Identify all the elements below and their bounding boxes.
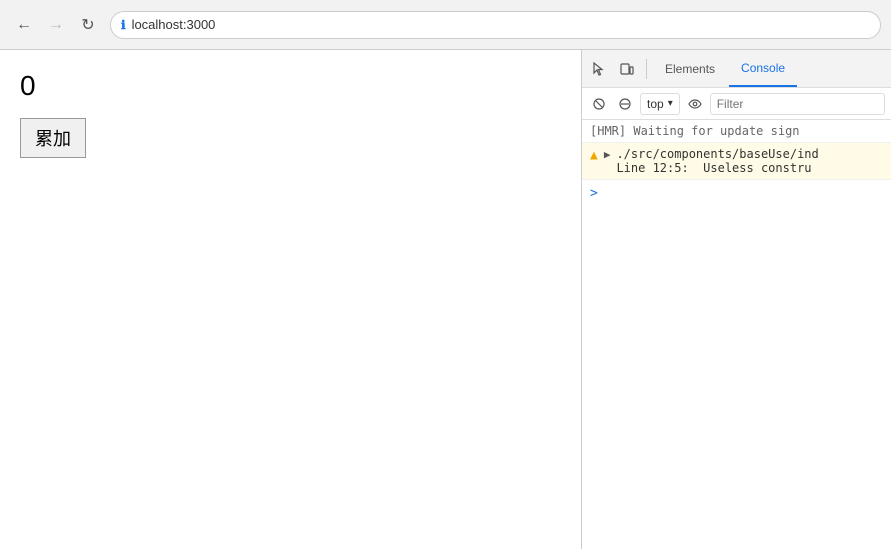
main-area: 0 累加 Elements: [0, 50, 891, 549]
browser-chrome: ← → ↻ ℹ localhost:3000: [0, 0, 891, 50]
address-text: localhost:3000: [132, 17, 216, 32]
prompt-chevron: >: [590, 186, 598, 201]
devtools-panel: Elements Console: [581, 50, 891, 549]
device-toggle-button[interactable]: [614, 56, 640, 82]
tab-elements[interactable]: Elements: [653, 50, 727, 87]
page-content: 0 累加: [0, 50, 581, 549]
inspector-button[interactable]: [586, 56, 612, 82]
warning-line2: Line 12:5: Useless constru: [616, 161, 883, 175]
context-dropdown[interactable]: top ▾: [640, 93, 680, 115]
back-button[interactable]: ←: [10, 11, 38, 39]
expand-arrow[interactable]: ▶: [604, 148, 611, 161]
console-line-hmr: [HMR] Waiting for update sign: [582, 120, 891, 143]
warning-line1: ./src/components/baseUse/ind: [616, 147, 883, 161]
reload-button[interactable]: ↻: [74, 11, 102, 39]
chevron-down-icon: ▾: [668, 98, 673, 109]
counter-value: 0: [20, 70, 561, 102]
console-output: [HMR] Waiting for update sign ▲ ▶ ./src/…: [582, 120, 891, 549]
clear-console-button[interactable]: [588, 93, 610, 115]
console-prompt-line[interactable]: >: [582, 180, 891, 207]
live-expressions-button[interactable]: [684, 93, 706, 115]
devtools-top-toolbar: Elements Console: [582, 50, 891, 88]
nav-buttons: ← → ↻: [10, 11, 102, 39]
console-line-warning[interactable]: ▲ ▶ ./src/components/baseUse/ind Line 12…: [582, 143, 891, 180]
forward-button[interactable]: →: [42, 11, 70, 39]
filter-errors-button[interactable]: [614, 93, 636, 115]
warning-icon: ▲: [590, 148, 598, 163]
context-dropdown-label: top: [647, 97, 664, 111]
accumulate-button[interactable]: 累加: [20, 118, 86, 158]
warning-text: ./src/components/baseUse/ind Line 12:5: …: [616, 147, 883, 175]
hmr-text: [HMR] Waiting for update sign: [590, 124, 883, 138]
address-bar[interactable]: ℹ localhost:3000: [110, 11, 881, 39]
tab-console[interactable]: Console: [729, 50, 797, 87]
console-toolbar: top ▾: [582, 88, 891, 120]
console-filter-input[interactable]: [710, 93, 885, 115]
info-icon: ℹ: [121, 18, 126, 32]
toolbar-separator: [646, 59, 647, 79]
